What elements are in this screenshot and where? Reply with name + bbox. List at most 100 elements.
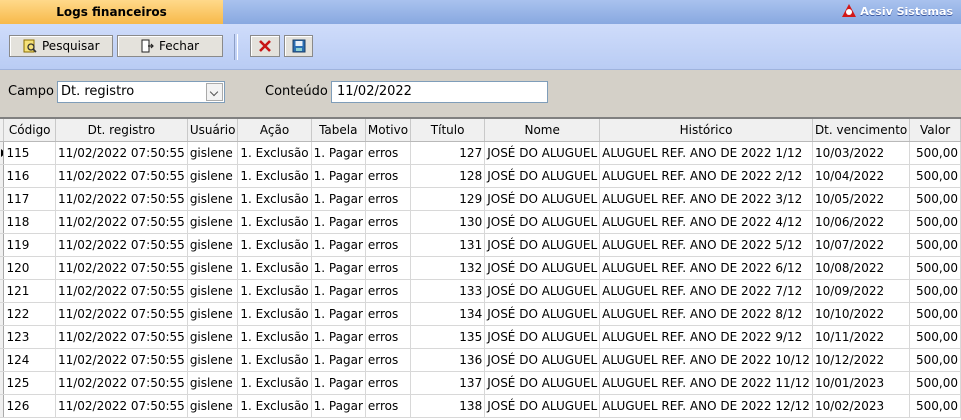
table-row[interactable]: 123 11/02/2022 07:50:55 gislene 1. Exclusão… — [0, 325, 961, 349]
table-cell[interactable]: 11/02/2022 07:50:55 — [55, 233, 188, 257]
table-row[interactable]: 117 11/02/2022 07:50:55 gislene 1. Exclusão… — [0, 187, 961, 211]
table-cell[interactable]: 11/02/2022 07:50:55 — [55, 371, 188, 395]
table-cell[interactable]: erros — [365, 256, 412, 280]
table-cell[interactable]: 126 — [3, 394, 56, 418]
table-cell[interactable]: 500,00 — [909, 141, 961, 165]
table-cell[interactable]: 1. Pagar — [311, 233, 366, 257]
column-header[interactable]: Dt. vencimento — [812, 119, 911, 142]
table-cell[interactable]: ALUGUEL REF. ANO DE 2022 3/12 — [599, 187, 813, 211]
tab-logs-financeiros[interactable]: Logs financeiros — [0, 0, 223, 24]
table-cell[interactable]: JOSÉ DO ALUGUEL — [484, 302, 601, 326]
close-button[interactable]: Fechar — [117, 35, 223, 57]
table-cell[interactable]: 1. Pagar — [311, 187, 366, 211]
table-row[interactable]: 115 11/02/2022 07:50:55 gislene 1. Exclusão… — [0, 141, 961, 165]
table-cell[interactable]: 1. Exclusão — [237, 394, 312, 418]
table-cell[interactable]: 10/02/2023 — [812, 394, 911, 418]
table-cell[interactable]: JOSÉ DO ALUGUEL — [484, 325, 601, 349]
table-cell[interactable]: ALUGUEL REF. ANO DE 2022 7/12 — [599, 279, 813, 303]
table-cell[interactable]: 1. Exclusão — [237, 210, 312, 234]
table-row[interactable]: 122 11/02/2022 07:50:55 gislene 1. Exclusão… — [0, 302, 961, 326]
table-cell[interactable]: 120 — [3, 256, 56, 280]
table-cell[interactable]: ALUGUEL REF. ANO DE 2022 4/12 — [599, 210, 813, 234]
table-cell[interactable]: ALUGUEL REF. ANO DE 2022 10/12 — [599, 348, 813, 372]
column-header[interactable]: Valor — [909, 119, 961, 142]
table-cell[interactable]: erros — [365, 187, 412, 211]
table-cell[interactable]: 500,00 — [909, 256, 961, 280]
table-row[interactable]: 116 11/02/2022 07:50:55 gislene 1. Exclusão… — [0, 164, 961, 188]
table-cell[interactable]: gislene — [187, 325, 239, 349]
table-cell[interactable]: 11/02/2022 07:50:55 — [55, 141, 188, 165]
table-cell[interactable]: erros — [365, 233, 412, 257]
table-cell[interactable]: 1. Pagar — [311, 210, 366, 234]
table-cell[interactable]: 1. Pagar — [311, 371, 366, 395]
table-cell[interactable]: ALUGUEL REF. ANO DE 2022 11/12 — [599, 371, 813, 395]
table-cell[interactable]: 124 — [3, 348, 56, 372]
table-cell[interactable]: JOSÉ DO ALUGUEL — [484, 164, 601, 188]
table-cell[interactable]: 131 — [410, 233, 486, 257]
column-header[interactable]: Título — [410, 119, 486, 142]
column-header[interactable]: Histórico — [599, 119, 813, 142]
table-cell[interactable]: JOSÉ DO ALUGUEL — [484, 233, 601, 257]
table-cell[interactable]: 1. Exclusão — [237, 256, 312, 280]
table-cell[interactable]: 10/06/2022 — [812, 210, 911, 234]
content-input[interactable]: 11/02/2022 — [331, 81, 548, 103]
table-cell[interactable]: 11/02/2022 07:50:55 — [55, 279, 188, 303]
table-cell[interactable]: 1. Exclusão — [237, 279, 312, 303]
table-cell[interactable]: JOSÉ DO ALUGUEL — [484, 394, 601, 418]
table-cell[interactable]: 118 — [3, 210, 56, 234]
table-cell[interactable]: ALUGUEL REF. ANO DE 2022 2/12 — [599, 164, 813, 188]
table-cell[interactable]: 1. Pagar — [311, 256, 366, 280]
table-cell[interactable]: 11/02/2022 07:50:55 — [55, 187, 188, 211]
table-cell[interactable]: 11/02/2022 07:50:55 — [55, 348, 188, 372]
table-cell[interactable]: 1. Pagar — [311, 394, 366, 418]
table-cell[interactable]: 1. Exclusão — [237, 187, 312, 211]
field-select[interactable]: Dt. registro — [57, 81, 225, 103]
table-cell[interactable]: 121 — [3, 279, 56, 303]
table-cell[interactable]: 10/09/2022 — [812, 279, 911, 303]
table-cell[interactable]: 10/05/2022 — [812, 187, 911, 211]
table-cell[interactable]: gislene — [187, 187, 239, 211]
table-cell[interactable]: 1. Exclusão — [237, 141, 312, 165]
save-button[interactable] — [284, 35, 313, 57]
column-header[interactable]: Motivo — [365, 119, 412, 142]
table-cell[interactable]: 115 — [3, 141, 56, 165]
table-cell[interactable]: 123 — [3, 325, 56, 349]
table-row[interactable]: 124 11/02/2022 07:50:55 gislene 1. Exclusão… — [0, 348, 961, 372]
table-cell[interactable]: gislene — [187, 302, 239, 326]
table-cell[interactable]: 11/02/2022 07:50:55 — [55, 325, 188, 349]
column-header[interactable]: Código — [3, 119, 56, 142]
table-cell[interactable]: 122 — [3, 302, 56, 326]
table-row[interactable]: 118 11/02/2022 07:50:55 gislene 1. Exclusão… — [0, 210, 961, 234]
table-cell[interactable]: 10/03/2022 — [812, 141, 911, 165]
search-button[interactable]: Pesquisar — [9, 35, 113, 57]
table-cell[interactable]: 500,00 — [909, 187, 961, 211]
table-cell[interactable]: erros — [365, 371, 412, 395]
table-cell[interactable]: 500,00 — [909, 164, 961, 188]
table-cell[interactable]: 136 — [410, 348, 486, 372]
table-cell[interactable]: 117 — [3, 187, 56, 211]
table-cell[interactable]: ALUGUEL REF. ANO DE 2022 8/12 — [599, 302, 813, 326]
table-cell[interactable]: ALUGUEL REF. ANO DE 2022 5/12 — [599, 233, 813, 257]
table-cell[interactable]: gislene — [187, 233, 239, 257]
table-cell[interactable]: erros — [365, 325, 412, 349]
table-cell[interactable]: 127 — [410, 141, 486, 165]
table-cell[interactable]: 130 — [410, 210, 486, 234]
table-cell[interactable]: 1. Exclusão — [237, 302, 312, 326]
table-cell[interactable]: 10/10/2022 — [812, 302, 911, 326]
table-row[interactable]: 125 11/02/2022 07:50:55 gislene 1. Exclusão… — [0, 371, 961, 395]
table-cell[interactable]: 1. Pagar — [311, 348, 366, 372]
table-cell[interactable]: 500,00 — [909, 210, 961, 234]
table-cell[interactable]: erros — [365, 279, 412, 303]
table-cell[interactable]: 500,00 — [909, 233, 961, 257]
table-cell[interactable]: 1. Pagar — [311, 302, 366, 326]
table-cell[interactable]: 11/02/2022 07:50:55 — [55, 164, 188, 188]
table-cell[interactable]: ALUGUEL REF. ANO DE 2022 9/12 — [599, 325, 813, 349]
table-cell[interactable]: 1. Exclusão — [237, 325, 312, 349]
table-cell[interactable]: gislene — [187, 210, 239, 234]
table-cell[interactable]: 11/02/2022 07:50:55 — [55, 394, 188, 418]
table-cell[interactable]: gislene — [187, 141, 239, 165]
table-cell[interactable]: 1. Pagar — [311, 279, 366, 303]
table-cell[interactable]: 10/08/2022 — [812, 256, 911, 280]
table-cell[interactable]: 1. Pagar — [311, 141, 366, 165]
table-cell[interactable]: 1. Pagar — [311, 164, 366, 188]
